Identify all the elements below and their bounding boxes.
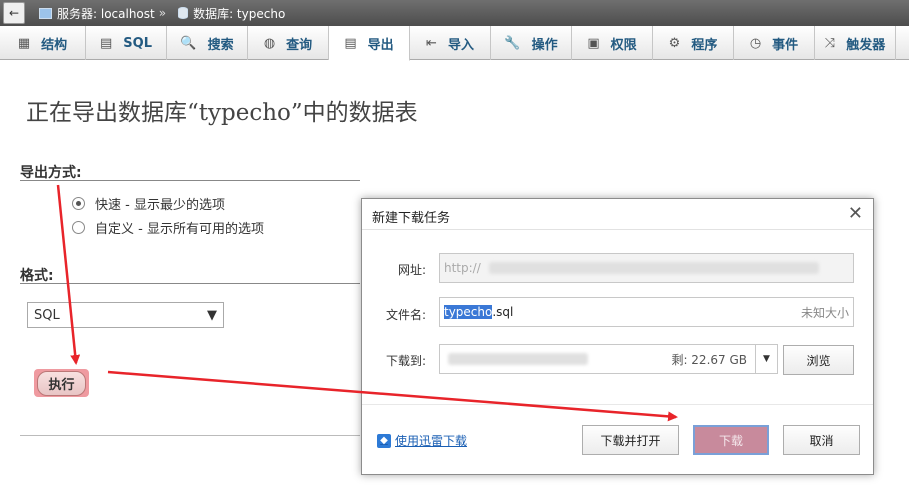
page-title: 正在导出数据库“typecho”中的数据表 (26, 100, 418, 126)
tab-routines[interactable]: ⚙ 程序 (653, 26, 734, 60)
xunlei-icon: ◆ (377, 433, 391, 448)
breadcrumb-separator: » (158, 6, 167, 20)
tab-label: 事件 (772, 37, 799, 53)
tab-operations[interactable]: 🔧 操作 (491, 26, 572, 60)
dialog-divider (362, 404, 873, 405)
tab-sql[interactable]: ▤ SQL (86, 26, 167, 60)
tab-label: 程序 (691, 37, 718, 53)
tab-import[interactable]: ⇤ 导入 (410, 26, 491, 60)
tab-label: 权限 (610, 37, 637, 53)
go-button[interactable]: 执行 (34, 369, 89, 397)
radio-custom[interactable]: 自定义 - 显示所有可用的选项 (72, 218, 264, 237)
privileges-icon: ▣ (587, 35, 600, 51)
tab-bar: ▦ 结构 ▤ SQL 🔍 搜索 ◍ 查询 ▤ 导出 ⇤ 导入 🔧 操作 ▣ 权限 ⚙ 程序 ◷ 事件… (0, 26, 909, 61)
download-and-open-button[interactable]: 下载并打开 (582, 425, 679, 455)
routines-icon: ⚙ (668, 35, 681, 51)
tab-triggers[interactable]: ⤨ 触发器 (815, 26, 896, 60)
divider (20, 283, 360, 284)
radio-label: 快速 - 显示最少的选项 (95, 198, 225, 213)
dialog-title: 新建下载任务 (372, 211, 451, 226)
tab-events[interactable]: ◷ 事件 (734, 26, 815, 60)
url-value: http:// (444, 261, 481, 275)
free-space: 剩: 22.67 GB (671, 352, 747, 367)
tab-label: 操作 (531, 37, 558, 53)
url-field[interactable]: http:// (439, 253, 854, 283)
filename-field[interactable]: typecho .sql 未知大小 (439, 297, 854, 327)
export-icon: ▤ (344, 35, 357, 51)
tab-label: 查询 (286, 37, 313, 53)
cancel-button[interactable]: 取消 (783, 425, 860, 455)
tab-query[interactable]: ◍ 查询 (248, 26, 329, 60)
back-arrow-icon[interactable]: ← (3, 2, 25, 24)
clock-icon: ◷ (749, 35, 762, 51)
go-button-label: 执行 (37, 370, 86, 396)
radio-button-checked[interactable] (72, 197, 85, 210)
tab-label: SQL (123, 35, 152, 51)
download-to-label: 下载到: (385, 354, 426, 368)
export-method-heading: 导出方式: (20, 165, 82, 181)
dialog-title-divider (362, 229, 873, 230)
filename-selected-text: typecho (444, 305, 493, 319)
structure-icon: ▦ (17, 35, 31, 51)
tab-export[interactable]: ▤ 导出 (329, 26, 410, 61)
filename-label: 文件名: (385, 308, 426, 322)
filename-extension: .sql (492, 305, 514, 319)
search-icon: 🔍 (180, 35, 197, 51)
sql-icon: ▤ (100, 35, 113, 51)
use-xunlei-link[interactable]: ◆ 使用迅雷下载 (377, 432, 467, 449)
tab-privileges[interactable]: ▣ 权限 (572, 26, 653, 60)
breadcrumb-database[interactable]: 数据库: typecho (193, 5, 285, 22)
tab-label: 搜索 (207, 37, 234, 53)
breadcrumb-server[interactable]: 服务器: localhost (57, 5, 155, 22)
format-select[interactable]: SQL ▼ (27, 302, 224, 328)
radio-label: 自定义 - 显示所有可用的选项 (95, 222, 264, 237)
breadcrumb: ← 服务器: localhost » 数据库: typecho (0, 0, 909, 26)
divider (20, 180, 360, 181)
tab-label: 导出 (367, 37, 394, 53)
format-select-value: SQL (34, 307, 60, 323)
import-icon: ⇤ (426, 35, 437, 51)
blurred-url (488, 262, 819, 274)
chevron-down-icon: ▼ (207, 307, 217, 323)
database-icon (178, 7, 189, 19)
size-hint: 未知大小 (800, 305, 849, 320)
radio-quick[interactable]: 快速 - 显示最少的选项 (72, 194, 225, 213)
wrench-icon: 🔧 (504, 35, 521, 51)
browse-button[interactable]: 浏览 (783, 345, 854, 375)
tab-label: 结构 (41, 37, 68, 53)
xunlei-link-label: 使用迅雷下载 (395, 434, 468, 448)
download-path-field[interactable]: 剩: 22.67 GB ▼ (439, 344, 778, 374)
download-button[interactable]: 下载 (693, 425, 769, 455)
close-icon[interactable]: ✕ (848, 203, 863, 224)
url-label: 网址: (397, 263, 426, 277)
radio-button[interactable] (72, 221, 85, 234)
tab-structure[interactable]: ▦ 结构 (0, 26, 86, 60)
tab-label: 导入 (447, 37, 474, 53)
format-heading: 格式: (20, 268, 54, 284)
blurred-path (448, 353, 588, 365)
tab-search[interactable]: 🔍 搜索 (167, 26, 248, 60)
server-icon (39, 7, 52, 19)
chevron-down-icon[interactable]: ▼ (755, 345, 777, 373)
query-icon: ◍ (263, 35, 276, 51)
new-download-dialog: 新建下载任务 ✕ 网址: http:// 文件名: typecho .sql 未… (361, 198, 874, 475)
triggers-icon: ⤨ (824, 35, 836, 51)
divider (20, 435, 360, 436)
tab-label: 触发器 (846, 37, 886, 53)
